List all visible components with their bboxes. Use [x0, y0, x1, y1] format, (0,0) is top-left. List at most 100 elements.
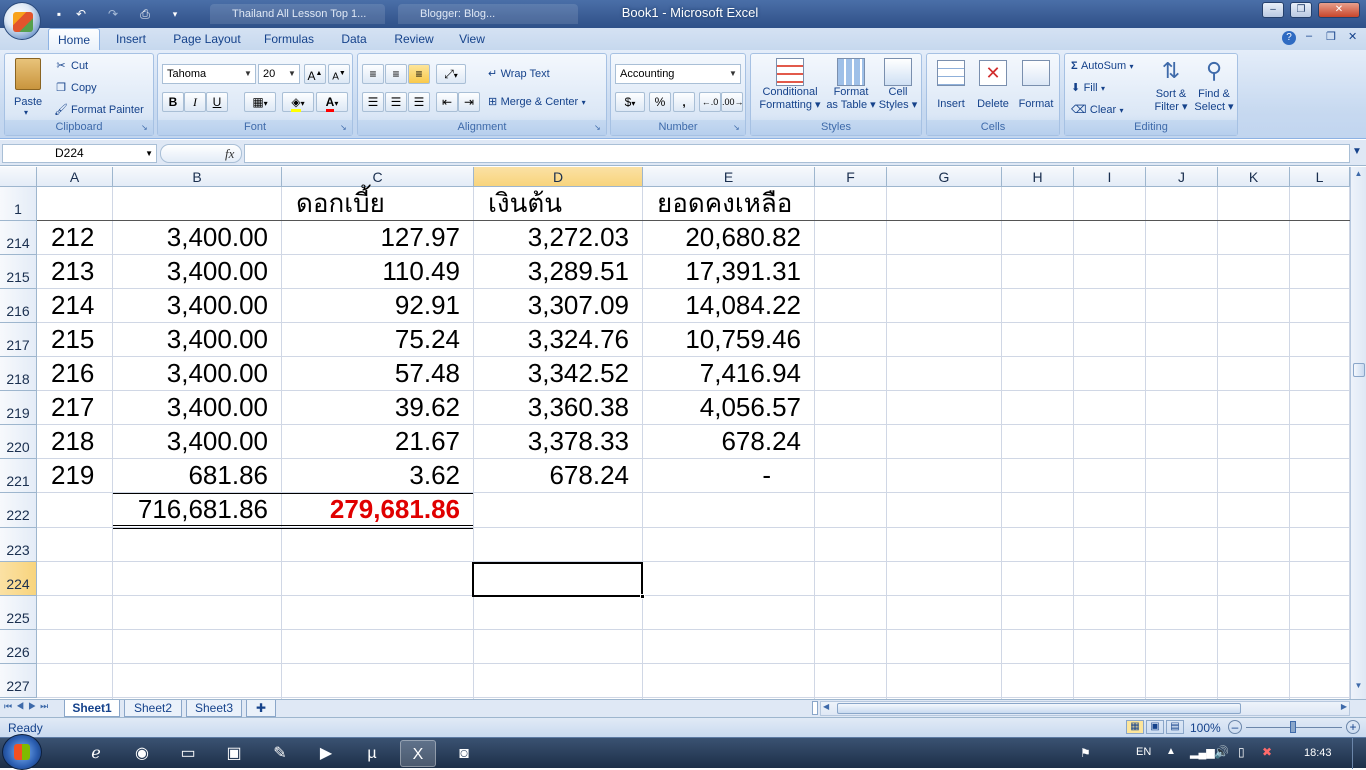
cell-period[interactable]: 212: [37, 221, 113, 254]
number-format-combo[interactable]: Accounting ▼: [615, 64, 741, 84]
row-header[interactable]: 222: [0, 493, 37, 528]
column-header-i[interactable]: I: [1074, 167, 1146, 187]
cell-interest[interactable]: 39.62: [282, 391, 474, 424]
merge-center-button[interactable]: ⊞ Merge & Center ▾: [488, 94, 604, 112]
cut-button[interactable]: ✂ Cut: [53, 58, 149, 76]
increase-indent-button[interactable]: ⇥: [458, 92, 480, 112]
cell-principal[interactable]: 678.24: [474, 459, 643, 492]
row-header[interactable]: 227: [0, 664, 37, 698]
row-header[interactable]: 214: [0, 221, 37, 255]
clock[interactable]: 18:43: [1304, 747, 1332, 759]
cell-interest[interactable]: 110.49: [282, 255, 474, 288]
column-header-g[interactable]: G: [887, 167, 1002, 187]
font-color-button[interactable]: A▾: [316, 92, 348, 112]
cell-payment[interactable]: 3,400.00: [113, 323, 282, 356]
scroll-left-icon[interactable]: ◀: [823, 702, 829, 711]
increase-decimal-button[interactable]: ←.0: [699, 92, 721, 112]
cell-interest[interactable]: 127.97: [282, 221, 474, 254]
autosum-button[interactable]: Σ AutoSum ▾: [1071, 58, 1155, 76]
cell-balance[interactable]: 678.24: [643, 425, 815, 458]
cell-principal[interactable]: 3,378.33: [474, 425, 643, 458]
alignment-launcher-icon[interactable]: ↘: [594, 123, 604, 133]
select-all-button[interactable]: [0, 167, 37, 187]
cell-payment[interactable]: 3,400.00: [113, 255, 282, 288]
zoom-in-icon[interactable]: +: [1346, 720, 1360, 734]
column-header-c[interactable]: C: [282, 167, 474, 187]
clear-button[interactable]: ⌫ Clear ▾: [1071, 102, 1141, 120]
cell-payment[interactable]: 3,400.00: [113, 221, 282, 254]
cell-balance[interactable]: -: [643, 459, 815, 492]
cell-balance[interactable]: 7,416.94: [643, 357, 815, 390]
zoom-level[interactable]: 100%: [1190, 721, 1221, 735]
tab-view[interactable]: View: [452, 28, 492, 50]
font-name-combo[interactable]: Tahoma ▼: [162, 64, 256, 84]
row-header[interactable]: 223: [0, 528, 37, 562]
help-icon[interactable]: ?: [1282, 31, 1296, 45]
row-header[interactable]: 224: [0, 562, 37, 596]
ie-icon[interactable]: ℯ: [78, 740, 114, 767]
copy-button[interactable]: ❐ Copy: [53, 80, 149, 98]
tab-sheet3[interactable]: Sheet3: [186, 700, 242, 717]
shrink-font-button[interactable]: A▼: [328, 64, 350, 84]
ribbon-restore-icon[interactable]: ❐: [1326, 30, 1336, 43]
cell-period[interactable]: 219: [37, 459, 113, 492]
save-icon[interactable]: ▪: [50, 5, 68, 23]
align-middle-button[interactable]: ≡: [385, 64, 407, 84]
cell-payment[interactable]: 3,400.00: [113, 391, 282, 424]
percent-button[interactable]: %: [649, 92, 671, 112]
align-left-button[interactable]: ☰: [362, 92, 384, 112]
zoom-out-icon[interactable]: –: [1228, 720, 1242, 734]
underline-button[interactable]: U: [206, 92, 228, 112]
column-header-j[interactable]: J: [1146, 167, 1218, 187]
media-player-icon[interactable]: ▶: [308, 740, 344, 767]
formula-input[interactable]: [244, 144, 1350, 163]
customize-qat-icon[interactable]: ▾: [166, 5, 184, 23]
column-header-f[interactable]: F: [815, 167, 887, 187]
comma-button[interactable]: ,: [673, 92, 695, 112]
row-header[interactable]: 220: [0, 425, 37, 459]
find-select-button[interactable]: ⚲ Find & Select ▾: [1193, 56, 1235, 120]
cell-balance[interactable]: 14,084.22: [643, 289, 815, 322]
page-layout-view-icon[interactable]: ▣: [1146, 720, 1164, 734]
close-button[interactable]: ✕: [1318, 2, 1360, 18]
tab-formulas[interactable]: Formulas: [258, 28, 320, 50]
tab-review[interactable]: Review: [388, 28, 440, 50]
row-header[interactable]: 216: [0, 289, 37, 323]
battery-icon[interactable]: ▯: [1238, 745, 1245, 759]
font-size-combo[interactable]: 20 ▼: [258, 64, 300, 84]
redo-icon[interactable]: ↷: [104, 5, 122, 23]
cell-period[interactable]: 217: [37, 391, 113, 424]
header-balance[interactable]: ยอดคงเหลือ: [643, 187, 815, 220]
decrease-indent-button[interactable]: ⇤: [436, 92, 458, 112]
align-center-button[interactable]: ☰: [385, 92, 407, 112]
cell-interest[interactable]: 92.91: [282, 289, 474, 322]
cell-principal[interactable]: 3,272.03: [474, 221, 643, 254]
cell-interest[interactable]: 3.62: [282, 459, 474, 492]
column-header-d[interactable]: D: [474, 167, 643, 187]
print-preview-icon[interactable]: ⎙: [136, 5, 154, 23]
row-header[interactable]: 1: [0, 187, 37, 221]
cell-period[interactable]: 215: [37, 323, 113, 356]
camera-app-icon[interactable]: ◙: [446, 740, 482, 767]
borders-button[interactable]: ▦▾: [244, 92, 276, 112]
fx-icon[interactable]: fx: [225, 146, 234, 162]
language-indicator[interactable]: EN: [1136, 746, 1151, 758]
horizontal-scrollbar[interactable]: ◀ ▶: [820, 701, 1350, 716]
tab-split-handle[interactable]: [812, 701, 818, 715]
total-payment[interactable]: 716,681.86: [113, 493, 282, 526]
grow-font-button[interactable]: A▲: [304, 64, 326, 84]
row-header[interactable]: 221: [0, 459, 37, 493]
scroll-right-icon[interactable]: ▶: [1341, 702, 1347, 711]
column-header-k[interactable]: K: [1218, 167, 1290, 187]
vertical-scrollbar[interactable]: ▲ ▼: [1350, 167, 1366, 699]
excel-taskbar-icon[interactable]: X: [400, 740, 436, 767]
column-header-l[interactable]: L: [1290, 167, 1350, 187]
cell-payment[interactable]: 3,400.00: [113, 357, 282, 390]
format-cells-button[interactable]: Format: [1015, 56, 1057, 120]
tab-home[interactable]: Home: [48, 28, 100, 50]
format-as-table-button[interactable]: Format as Table ▾: [825, 56, 877, 120]
minimize-button[interactable]: –: [1262, 2, 1284, 18]
cell-payment[interactable]: 3,400.00: [113, 425, 282, 458]
orientation-button[interactable]: ⤢▾: [436, 64, 466, 84]
zoom-slider-thumb[interactable]: [1290, 721, 1296, 733]
